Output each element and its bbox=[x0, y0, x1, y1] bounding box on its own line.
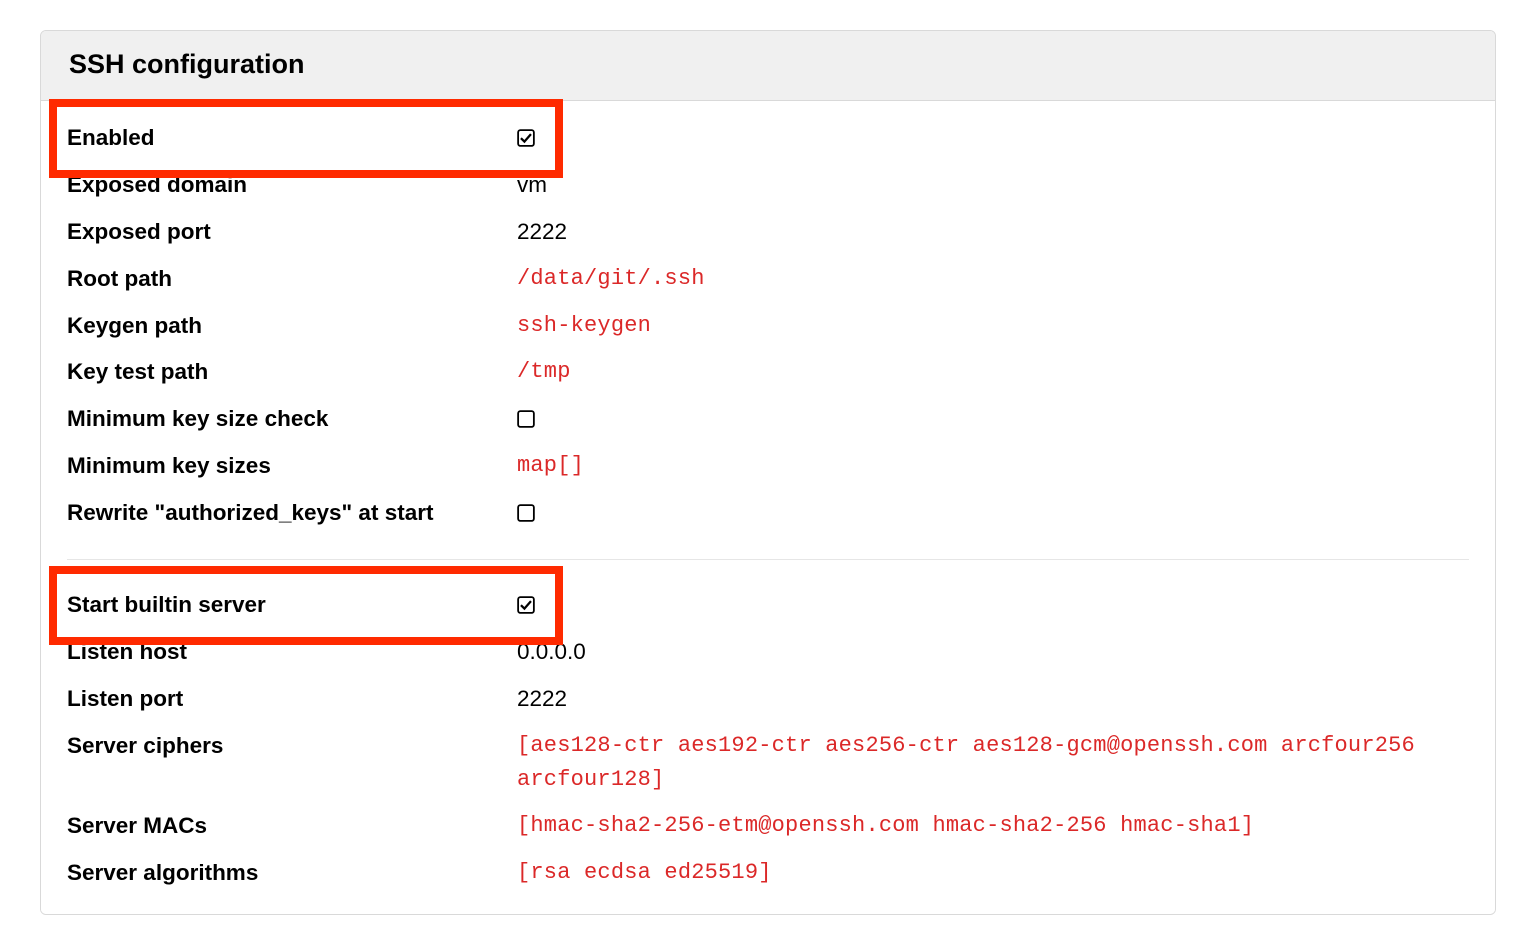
config-label: Server algorithms bbox=[67, 856, 517, 891]
config-row: Listen port2222 bbox=[67, 676, 1469, 723]
config-row: Minimum key size check bbox=[67, 396, 1469, 443]
checkbox-checked-icon bbox=[517, 121, 1469, 156]
config-label: Minimum key size check bbox=[67, 402, 517, 437]
config-label: Listen port bbox=[67, 682, 517, 717]
config-label: Start builtin server bbox=[67, 588, 517, 623]
config-label: Minimum key sizes bbox=[67, 449, 517, 484]
config-label: Listen host bbox=[67, 635, 517, 670]
config-label: Root path bbox=[67, 262, 517, 297]
config-value: 2222 bbox=[517, 682, 1469, 717]
config-value: 0.0.0.0 bbox=[517, 635, 1469, 670]
config-row: Server algorithms[rsa ecdsa ed25519] bbox=[67, 850, 1469, 897]
config-row: Server ciphers[aes128-ctr aes192-ctr aes… bbox=[67, 723, 1469, 803]
config-value: [hmac-sha2-256-etm@openssh.com hmac-sha2… bbox=[517, 809, 1469, 843]
config-value: /data/git/.ssh bbox=[517, 262, 1469, 296]
divider bbox=[67, 559, 1469, 560]
config-value: [rsa ecdsa ed25519] bbox=[517, 856, 1469, 890]
config-row: Rewrite "authorized_keys" at start bbox=[67, 490, 1469, 537]
checkbox-checked-icon bbox=[517, 588, 1469, 623]
config-row: Minimum key sizesmap[] bbox=[67, 443, 1469, 490]
config-row: Keygen pathssh-keygen bbox=[67, 303, 1469, 350]
config-value: [aes128-ctr aes192-ctr aes256-ctr aes128… bbox=[517, 729, 1469, 797]
config-row: Server MACs[hmac-sha2-256-etm@openssh.co… bbox=[67, 803, 1469, 850]
config-row: Key test path/tmp bbox=[67, 349, 1469, 396]
config-value: /tmp bbox=[517, 355, 1469, 389]
config-label: Rewrite "authorized_keys" at start bbox=[67, 496, 517, 531]
config-row: Exposed port2222 bbox=[67, 209, 1469, 256]
config-group-2: Start builtin serverListen host0.0.0.0Li… bbox=[67, 582, 1469, 897]
config-row: Listen host0.0.0.0 bbox=[67, 629, 1469, 676]
config-row: Start builtin server bbox=[67, 582, 1469, 629]
config-label: Server ciphers bbox=[67, 729, 517, 764]
checkbox-unchecked-icon bbox=[517, 402, 1469, 437]
config-label: Exposed domain bbox=[67, 168, 517, 203]
config-row: Root path/data/git/.ssh bbox=[67, 256, 1469, 303]
config-value: 2222 bbox=[517, 215, 1469, 250]
config-row: Exposed domainvm bbox=[67, 162, 1469, 209]
config-group-1: EnabledExposed domainvmExposed port2222R… bbox=[67, 115, 1469, 537]
config-value: map[] bbox=[517, 449, 1469, 483]
config-value: ssh-keygen bbox=[517, 309, 1469, 343]
checkbox-unchecked-icon bbox=[517, 496, 1469, 531]
config-label: Key test path bbox=[67, 355, 517, 390]
config-label: Enabled bbox=[67, 121, 517, 156]
panel-title: SSH configuration bbox=[41, 31, 1495, 101]
config-value: vm bbox=[517, 168, 1469, 203]
ssh-configuration-panel: SSH configuration Enabled Exposed domainv… bbox=[40, 30, 1496, 915]
config-label: Server MACs bbox=[67, 809, 517, 844]
config-label: Keygen path bbox=[67, 309, 517, 344]
panel-body: EnabledExposed domainvmExposed port2222R… bbox=[41, 101, 1495, 914]
config-row: Enabled bbox=[67, 115, 1469, 162]
config-label: Exposed port bbox=[67, 215, 517, 250]
